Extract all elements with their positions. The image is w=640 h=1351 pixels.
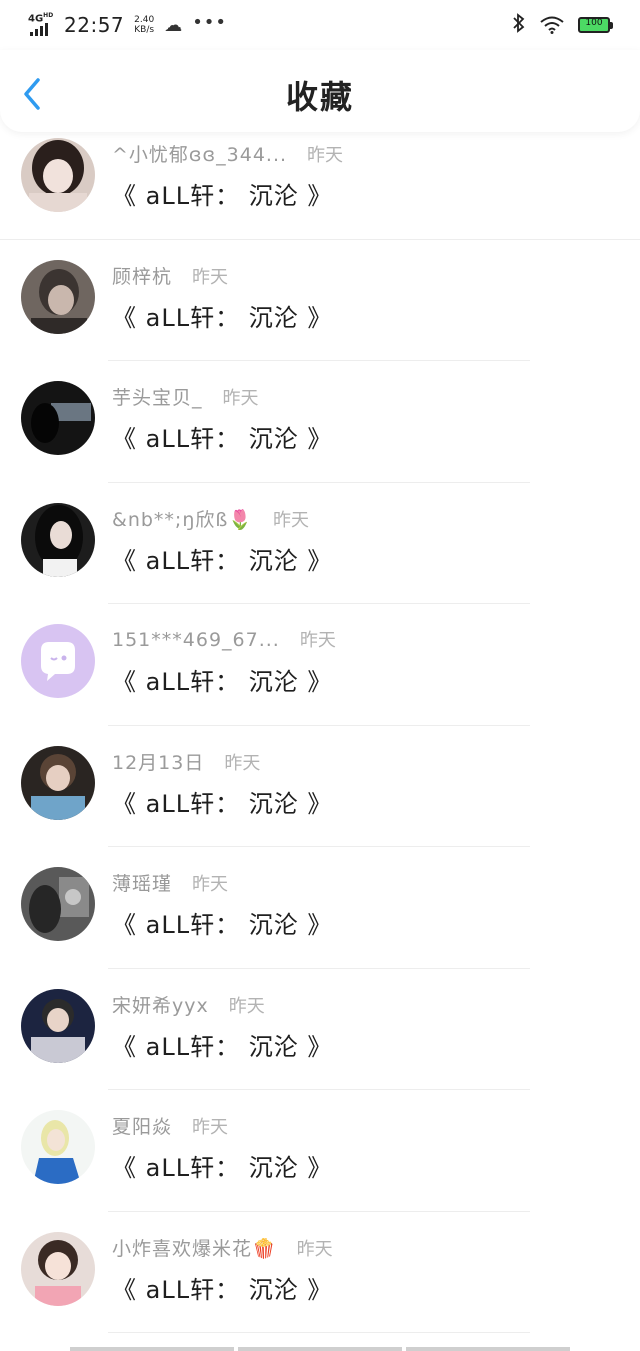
time-label: 昨天 xyxy=(192,266,229,288)
header: 收藏 xyxy=(0,50,640,132)
bottom-scroll-indicator xyxy=(70,1347,570,1351)
avatar[interactable] xyxy=(21,624,95,698)
cellular-signal-icon: 4GHD xyxy=(28,12,54,38)
list-item[interactable]: 12月13日 昨天 《 aLL轩： 沉沦 》 xyxy=(0,726,640,847)
item-title: 《 aLL轩： 沉沦 》 xyxy=(112,1275,333,1304)
user-name: 薄瑶瑾 xyxy=(112,873,173,895)
avatar[interactable] xyxy=(21,867,95,941)
time-label: 昨天 xyxy=(228,995,265,1017)
divider xyxy=(108,1332,530,1333)
avatar[interactable] xyxy=(21,988,95,1063)
status-bar: 4GHD 22:57 2.40 KB/s ☁ ••• 100 xyxy=(0,0,640,50)
item-title: 《 aLL轩： 沉沦 》 xyxy=(112,668,333,696)
user-name: 芋头宝贝_ xyxy=(112,387,203,409)
time-label: 昨天 xyxy=(273,509,309,531)
item-title: 《 aLL轩： 沉沦 》 xyxy=(112,911,333,939)
item-title: 《 aLL轩： 沉沦 》 xyxy=(112,303,333,332)
time-label: 昨天 xyxy=(192,1117,229,1138)
time-label: 昨天 xyxy=(307,145,344,166)
list-item[interactable]: 薄瑶瑾 昨天 《 aLL轩： 沉沦 》 xyxy=(0,847,640,969)
avatar[interactable] xyxy=(21,1231,95,1306)
network-speed: 2.40 KB/s xyxy=(134,15,155,35)
bluetooth-icon xyxy=(512,12,526,38)
item-title: 《 aLL轩： 沉沦 》 xyxy=(112,789,333,818)
avatar[interactable] xyxy=(21,1110,95,1184)
avatar[interactable] xyxy=(21,502,95,577)
avatar[interactable] xyxy=(21,138,95,212)
status-time: 22:57 xyxy=(64,13,125,37)
cloud-icon: ☁ xyxy=(164,14,183,36)
user-name: &nb**;ŋ欣ß🌷 xyxy=(112,508,253,531)
wifi-icon xyxy=(540,16,564,34)
more-notifications-icon: ••• xyxy=(192,11,228,33)
list-item[interactable]: 顾梓杭 昨天 《 aLL轩： 沉沦 》 xyxy=(0,240,640,361)
avatar[interactable] xyxy=(21,381,95,455)
item-title: 《 aLL轩： 沉沦 》 xyxy=(112,1154,333,1182)
user-name: 小炸喜欢爆米花🍿 xyxy=(112,1237,277,1260)
list-item[interactable]: 小炸喜欢爆米花🍿 昨天 《 aLL轩： 沉沦 》 xyxy=(0,1212,640,1333)
list-item[interactable]: 151***469_67... 昨天 《 aLL轩： 沉沦 》 xyxy=(0,604,640,726)
list-item[interactable]: 芋头宝贝_ 昨天 《 aLL轩： 沉沦 》 xyxy=(0,361,640,483)
user-name: 12月13日 xyxy=(112,751,205,774)
time-label: 昨天 xyxy=(222,388,259,409)
time-label: 昨天 xyxy=(224,752,261,774)
page-title: 收藏 xyxy=(285,78,354,116)
time-label: 昨天 xyxy=(299,630,336,651)
item-title: 《 aLL轩： 沉沦 》 xyxy=(112,425,333,453)
item-title: 《 aLL轩： 沉沦 》 xyxy=(112,182,333,210)
user-name: 夏阳焱 xyxy=(112,1116,173,1138)
default-chat-icon xyxy=(21,624,95,698)
user-name: 顾梓杭 xyxy=(112,265,173,288)
favorites-list: ^小忧郁ɞɞ_344... 昨天 《 aLL轩： 沉沦 》 顾梓杭 昨天 《 a… xyxy=(0,118,640,1333)
battery-icon: 100 xyxy=(578,17,613,33)
list-item[interactable]: &nb**;ŋ欣ß🌷 昨天 《 aLL轩： 沉沦 》 xyxy=(0,483,640,604)
user-name: ^小忧郁ɞɞ_344... xyxy=(112,144,288,166)
item-title: 《 aLL轩： 沉沦 》 xyxy=(112,546,333,575)
item-title: 《 aLL轩： 沉沦 》 xyxy=(112,1032,333,1061)
avatar[interactable] xyxy=(21,745,95,820)
avatar[interactable] xyxy=(21,259,95,334)
list-item[interactable]: 夏阳焱 昨天 《 aLL轩： 沉沦 》 xyxy=(0,1090,640,1212)
time-label: 昨天 xyxy=(296,1238,333,1260)
list-item[interactable]: 宋妍希yyx 昨天 《 aLL轩： 沉沦 》 xyxy=(0,969,640,1090)
user-name: 151***469_67... xyxy=(112,629,280,651)
user-name: 宋妍希yyx xyxy=(112,994,209,1017)
time-label: 昨天 xyxy=(192,874,229,895)
list-item[interactable]: ^小忧郁ɞɞ_344... 昨天 《 aLL轩： 沉沦 》 xyxy=(0,118,640,240)
